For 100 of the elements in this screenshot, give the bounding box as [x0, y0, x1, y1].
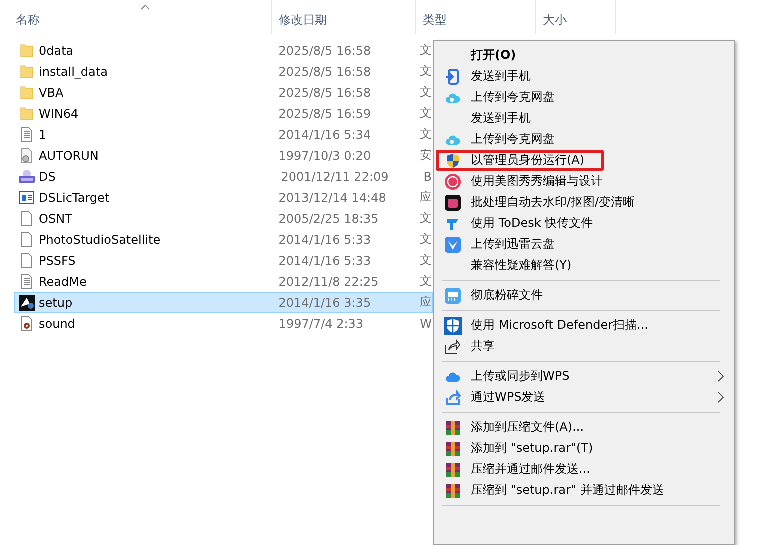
date-modified: 2014/1/16 5:33 — [278, 232, 372, 246]
menu-item-label: 使用 ToDesk 快传文件 — [471, 215, 594, 232]
gear-file-icon — [19, 148, 35, 164]
image-file-icon — [19, 168, 35, 184]
folder-icon — [19, 106, 35, 122]
menu-item[interactable]: 以管理员身份运行(A) — [436, 150, 604, 171]
menu-item[interactable]: 上传到迅雷云盘 — [436, 234, 732, 255]
menu-item-label: 兼容性疑难解答(Y) — [471, 257, 572, 274]
date-modified: 1997/10/3 0:20 — [278, 148, 372, 162]
blank-file-icon — [19, 210, 35, 226]
date-modified: 2025/8/5 16:58 — [278, 86, 372, 100]
file-row[interactable]: setup 2014/1/16 3:35 应 — [14, 292, 433, 313]
file-row[interactable]: DSLicTarget 2013/12/14 14:48 应 — [14, 187, 433, 208]
menu-item-label: 打开(O) — [471, 47, 516, 64]
menu-item[interactable]: 添加到压缩文件(A)... — [436, 417, 732, 438]
shield-icon — [445, 152, 461, 168]
send-arrow-icon — [445, 390, 461, 406]
file-row[interactable]: 0data 2025/8/5 16:58 文 — [14, 40, 433, 61]
file-type: 文 — [420, 231, 432, 248]
blank-file-icon — [19, 232, 35, 248]
menu-item[interactable]: 共享 — [436, 336, 732, 357]
menu-item[interactable]: 使用 Microsoft Defender扫描... — [436, 315, 732, 336]
file-type: 文 — [420, 105, 432, 122]
file-row[interactable]: DS 2001/12/11 22:09 B — [14, 166, 433, 187]
column-header[interactable]: 大小 — [543, 13, 567, 27]
menu-item[interactable]: 批处理自动去水印/抠图/变清晰 — [436, 192, 732, 213]
archive-icon — [445, 420, 461, 436]
file-row[interactable]: install_data 2025/8/5 16:58 文 — [14, 61, 433, 82]
date-modified: 2001/12/11 22:09 — [280, 170, 390, 184]
shredder-icon — [445, 288, 461, 304]
menu-item[interactable]: 压缩到 "setup.rar" 并通过邮件发送 — [436, 480, 732, 501]
file-type: B — [424, 170, 432, 184]
menu-item[interactable]: 添加到 "setup.rar"(T) — [436, 438, 732, 459]
file-type: 文 — [420, 273, 432, 290]
file-type: 文 — [420, 42, 432, 59]
column-header[interactable]: 类型 — [423, 13, 447, 27]
share-icon — [445, 338, 461, 354]
file-row[interactable]: AUTORUN 1997/10/3 0:20 安 — [14, 145, 433, 166]
file-row[interactable]: sound 1997/7/4 2:33 W — [14, 313, 433, 334]
menu-item[interactable]: 上传或同步到WPS — [436, 366, 732, 387]
file-row[interactable]: PhotoStudioSatellite 2014/1/16 5:33 文 — [14, 229, 433, 250]
menu-item[interactable]: 压缩并通过邮件发送... — [436, 459, 732, 480]
date-modified: 2013/12/14 14:48 — [278, 190, 388, 204]
folder-icon — [19, 42, 35, 58]
file-type: 应 — [420, 294, 432, 311]
menu-item-label: 彻底粉碎文件 — [471, 287, 543, 304]
folder-icon — [19, 84, 35, 100]
menu-item[interactable]: 打开(O) — [436, 45, 732, 66]
audio-file-icon — [19, 316, 35, 332]
file-type: 文 — [420, 252, 432, 269]
date-modified: 2014/1/16 5:34 — [278, 128, 372, 142]
file-name: 1 — [39, 128, 47, 142]
date-modified: 2014/1/16 5:33 — [278, 254, 372, 268]
column-header[interactable]: 修改日期 — [279, 13, 327, 27]
file-type: W — [420, 316, 432, 330]
menu-item-label: 添加到 "setup.rar"(T) — [471, 440, 594, 457]
file-name: WIN64 — [39, 106, 79, 120]
menu-item-label: 添加到压缩文件(A)... — [471, 419, 584, 436]
column-header[interactable]: 名称 — [16, 13, 40, 27]
file-name: PSSFS — [39, 254, 76, 268]
setup-app-icon — [19, 294, 35, 310]
menu-item[interactable]: 彻底粉碎文件 — [436, 285, 732, 306]
menu-item[interactable]: 上传到夸克网盘 — [436, 129, 732, 150]
archive-icon — [445, 440, 461, 456]
file-name: OSNT — [39, 212, 72, 226]
file-name: DS — [39, 170, 56, 184]
menu-item[interactable]: 使用美图秀秀编辑与设计 — [436, 171, 732, 192]
menu-item-label: 共享 — [471, 338, 495, 355]
menu-item-label: 通过WPS发送 — [471, 389, 546, 406]
file-row[interactable]: 1 2014/1/16 5:34 文 — [14, 124, 433, 145]
file-name: install_data — [39, 64, 108, 78]
file-type: 文 — [420, 210, 432, 227]
date-modified: 1997/7/4 2:33 — [278, 316, 365, 330]
menu-item[interactable]: 发送到手机 — [436, 108, 732, 129]
date-modified: 2012/11/8 22:25 — [278, 274, 380, 288]
file-row[interactable]: OSNT 2005/2/25 18:35 文 — [14, 208, 433, 229]
file-row[interactable]: WIN64 2025/8/5 16:59 文 — [14, 103, 433, 124]
menu-item[interactable]: 使用 ToDesk 快传文件 — [436, 213, 732, 234]
file-row[interactable]: ReadMe 2012/11/8 22:25 文 — [14, 271, 433, 292]
folder-icon — [19, 64, 35, 80]
app-window-icon — [19, 190, 35, 206]
file-row[interactable]: VBA 2025/8/5 16:58 文 — [14, 82, 433, 103]
blank-file-icon — [19, 252, 35, 268]
file-type: 文 — [420, 63, 432, 80]
phone-transfer-icon — [445, 68, 461, 84]
menu-item[interactable]: 发送到手机 — [436, 66, 732, 87]
file-name: DSLicTarget — [39, 190, 110, 204]
text-file-icon — [19, 126, 35, 142]
date-modified: 2014/1/16 3:35 — [278, 296, 372, 310]
menu-item-label: 压缩到 "setup.rar" 并通过邮件发送 — [471, 482, 664, 499]
file-row[interactable]: PSSFS 2014/1/16 5:33 文 — [14, 250, 433, 271]
file-name: PhotoStudioSatellite — [39, 232, 161, 246]
file-type: 文 — [420, 84, 432, 101]
menu-item[interactable]: 通过WPS发送 — [436, 387, 732, 408]
archive-icon — [445, 482, 461, 498]
menu-item[interactable]: 上传到夸克网盘 — [436, 87, 732, 108]
menu-item-label: 上传到夸克网盘 — [471, 131, 555, 148]
file-name: AUTORUN — [39, 148, 99, 162]
date-modified: 2025/8/5 16:58 — [278, 44, 372, 58]
menu-item[interactable]: 兼容性疑难解答(Y) — [436, 255, 732, 276]
